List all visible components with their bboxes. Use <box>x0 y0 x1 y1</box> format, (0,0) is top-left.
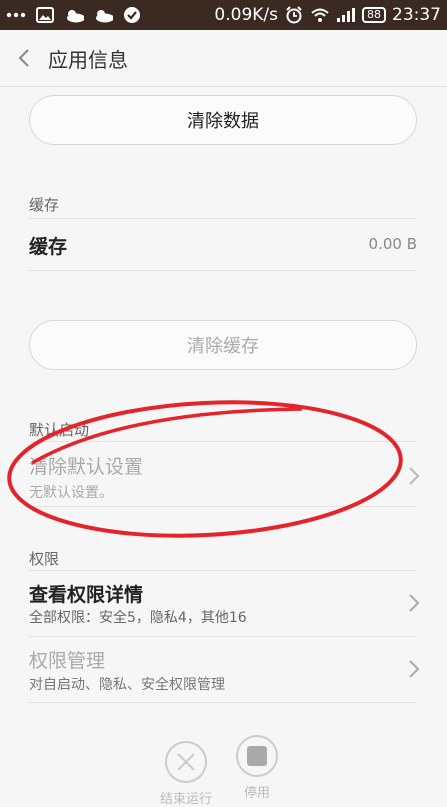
clear-data-button[interactable]: 清除数据 <box>29 95 417 145</box>
chevron-left-icon <box>18 49 29 67</box>
permission-details-title: 查看权限详情 <box>29 584 144 606</box>
weather-cloud-icon <box>64 7 84 23</box>
close-circle-icon <box>165 741 207 783</box>
bottom-action-bar: 结束运行 停用 <box>0 720 447 807</box>
weather-cloud-icon-2 <box>93 7 113 23</box>
permission-details-subtitle: 全部权限：安全5，隐私4，其他16 <box>29 610 247 626</box>
check-circle-icon <box>122 7 142 23</box>
clear-cache-button[interactable]: 清除缓存 <box>29 320 417 370</box>
divider <box>29 636 417 637</box>
battery-icon: 88 <box>362 7 386 23</box>
app-header: 应用信息 <box>0 30 447 87</box>
clock: 23:37 <box>392 5 441 25</box>
permission-manage-title: 权限管理 <box>29 650 106 672</box>
back-button[interactable] <box>2 36 46 80</box>
page-title: 应用信息 <box>48 47 128 72</box>
status-bar: 0.09K/s 88 23:37 <box>0 0 447 30</box>
network-speed: 0.09K/s <box>214 5 278 25</box>
divider <box>29 270 417 271</box>
alarm-icon <box>284 6 304 24</box>
more-dots-icon <box>6 7 26 23</box>
disable-app-button[interactable]: 停用 <box>235 734 279 801</box>
red-annotation-ellipse <box>7 400 403 538</box>
battery-level: 88 <box>362 7 386 23</box>
divider <box>29 218 417 219</box>
clear-data-label: 清除数据 <box>187 111 259 132</box>
chevron-right-icon <box>409 467 420 485</box>
disable-app-label: 停用 <box>243 786 270 801</box>
cache-section-label: 缓存 <box>29 196 60 214</box>
permission-manage-subtitle: 对自启动、隐私、安全权限管理 <box>29 677 225 693</box>
clear-cache-label: 清除缓存 <box>187 336 259 357</box>
chevron-right-icon <box>409 660 420 678</box>
wifi-icon <box>310 7 330 23</box>
divider <box>29 570 417 571</box>
end-process-label: 结束运行 <box>160 792 213 807</box>
signal-icon <box>336 7 356 23</box>
chevron-right-icon <box>409 594 420 612</box>
cache-row-title: 缓存 <box>29 236 68 258</box>
end-process-button[interactable]: 结束运行 <box>160 740 212 807</box>
permissions-section-label: 权限 <box>29 550 60 568</box>
stop-square-icon <box>236 735 278 777</box>
divider <box>29 702 417 703</box>
image-icon <box>35 7 55 23</box>
cache-size-value: 0.00 B <box>368 235 417 253</box>
